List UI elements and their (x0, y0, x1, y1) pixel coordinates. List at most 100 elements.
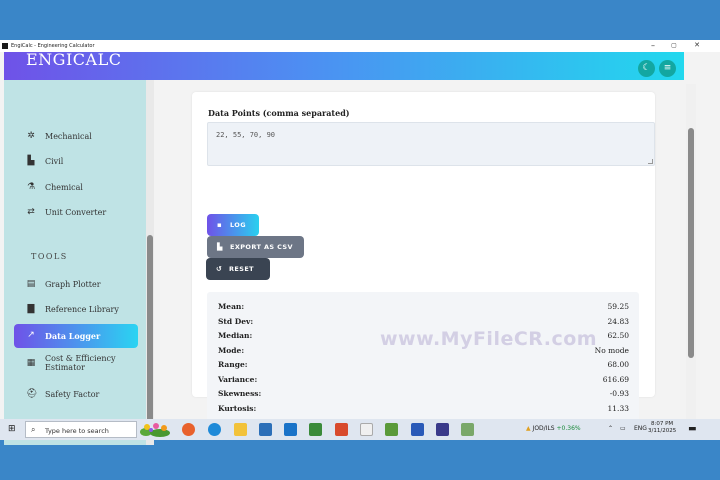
sidebar-item-chemical[interactable]: ⚗ Chemical (14, 176, 138, 200)
undo-icon: ↺ (216, 265, 223, 273)
chart-icon: ▤ (26, 279, 36, 289)
statistics-panel: Mean: 59.25 Std Dev: 24.83 Median: 62.50… (207, 292, 639, 428)
sidebar-item-safety-factor[interactable]: ⛑ Safety Factor (14, 383, 138, 407)
windows-start-icon[interactable]: ⊞ (8, 425, 17, 434)
mail-icon[interactable] (284, 423, 297, 436)
notification-icon[interactable]: ▬ (688, 424, 697, 434)
stock-ticker[interactable]: ▲ JOD/ILS +0.36% (526, 425, 581, 432)
sidebar-item-cost-estimator[interactable]: ▦ Cost & Efficiency Estimator (14, 352, 138, 376)
edge-icon[interactable] (208, 423, 221, 436)
app-header: ENGICALC ☾ ≡ (4, 52, 684, 80)
data-points-value: 22, 55, 70, 90 (216, 131, 276, 139)
window-title: EngiCalc - Engineering Calculator (11, 43, 95, 49)
log-button[interactable]: ▪ LOG (207, 214, 259, 236)
sidebar: ✲ Mechanical ▙ Civil ⚗ Chemical ⇄ Unit C… (4, 80, 154, 445)
sidebar-item-graph-plotter[interactable]: ▤ Graph Plotter (14, 273, 138, 297)
stat-value: 616.69 (602, 375, 629, 384)
watermark: www.MyFileCR.com (380, 328, 598, 350)
store-icon[interactable] (259, 423, 272, 436)
ticker-arrow-icon: ▲ (526, 425, 531, 432)
sidebar-item-civil[interactable]: ▙ Civil (14, 150, 138, 174)
weather-flower-icon[interactable] (138, 421, 174, 438)
sidebar-item-label: Reference Library (45, 305, 119, 314)
book-icon: ▇ (27, 304, 35, 314)
export-csv-label: EXPORT AS CSV (230, 243, 293, 251)
engicalc-taskbar-icon[interactable] (436, 423, 449, 436)
app-icon[interactable] (360, 423, 373, 436)
main-scroll-thumb[interactable] (688, 128, 694, 358)
sidebar-item-data-logger[interactable]: ↗ Data Logger (14, 324, 138, 348)
moon-icon: ☾ (642, 63, 651, 73)
building-icon: ▙ (27, 156, 35, 166)
sidebar-item-label: Cost & Efficiency Estimator (45, 354, 116, 372)
taskbar-search-input[interactable]: ⌕ Type here to search (25, 421, 137, 438)
stat-row-kurtosis: Kurtosis: 11.33 (218, 404, 629, 417)
sidebar-item-unit-converter[interactable]: ⇄ Unit Converter (14, 201, 138, 225)
sidebar-item-mechanical[interactable]: ✲ Mechanical (14, 125, 138, 149)
stat-value: -0.93 (609, 389, 629, 398)
brand-title: ENGICALC (26, 50, 122, 69)
stat-value: 68.00 (607, 360, 629, 369)
sidebar-scroll-thumb[interactable] (147, 235, 153, 435)
close-button[interactable]: ✕ (690, 41, 704, 50)
menu-button[interactable]: ≡ (659, 60, 676, 77)
main-scrollbar[interactable] (686, 84, 696, 440)
data-points-input[interactable]: 22, 55, 70, 90 (207, 122, 655, 166)
maximize-button[interactable]: ▢ (667, 41, 681, 50)
save-icon: ▪ (217, 221, 223, 229)
sidebar-item-label: Unit Converter (45, 208, 107, 217)
line-chart-icon: ↗ (27, 330, 35, 340)
stat-key: Median: (218, 331, 253, 340)
sidebar-item-label: Graph Plotter (45, 280, 101, 289)
log-button-label: LOG (230, 221, 246, 229)
sidebar-item-reference-library[interactable]: ▇ Reference Library (14, 298, 138, 322)
flask-icon: ⚗ (26, 182, 36, 192)
stat-value: No mode (594, 346, 629, 355)
taskbar: ⊞ ⌕ Type here to search ▲ JOD/ILS +0.36%… (0, 419, 720, 440)
network-icon[interactable]: ▭ (620, 425, 626, 432)
chrome-icon[interactable] (182, 423, 195, 436)
menu-icon: ≡ (663, 63, 672, 73)
stat-value: 59.25 (607, 302, 629, 311)
hardhat-icon: ⛑ (26, 389, 38, 399)
stat-value: 11.33 (607, 404, 629, 413)
stat-row-mean: Mean: 59.25 (218, 302, 629, 315)
sidebar-item-label: Civil (45, 157, 64, 166)
stat-row-skewness: Skewness: -0.93 (218, 389, 629, 402)
stat-value: 62.50 (607, 331, 629, 340)
data-logger-card: Data Points (comma separated) 22, 55, 70… (192, 92, 655, 428)
stat-row-range: Range: 68.00 (218, 360, 629, 373)
app-icon[interactable] (335, 423, 348, 436)
app-icon[interactable] (385, 423, 398, 436)
stat-key: Std Dev: (218, 317, 254, 326)
stat-key: Range: (218, 360, 248, 369)
sidebar-scrollbar[interactable] (146, 80, 154, 445)
app-icon[interactable] (309, 423, 322, 436)
sidebar-item-label: Mechanical (45, 132, 92, 141)
minimize-button[interactable]: – (646, 41, 660, 50)
search-icon: ⌕ (31, 425, 36, 434)
file-icon: ▙ (217, 243, 223, 251)
file-explorer-icon[interactable] (234, 423, 247, 436)
stat-key: Variance: (218, 375, 258, 384)
tray-chevron-icon[interactable]: ⌃ (608, 425, 613, 432)
reset-button[interactable]: ↺ RESET (206, 258, 270, 280)
stat-row-variance: Variance: 616.69 (218, 375, 629, 388)
stat-key: Mean: (218, 302, 245, 311)
clock-date: 3/11/2025 (648, 428, 677, 434)
resize-grip-icon[interactable] (648, 159, 653, 164)
sidebar-item-label: Safety Factor (45, 390, 100, 399)
data-points-label: Data Points (comma separated) (208, 108, 350, 118)
app-icon[interactable] (411, 423, 424, 436)
app-icon[interactable] (461, 423, 474, 436)
calculator-icon: ▦ (26, 358, 36, 368)
clock-time: 8:07 PM (651, 421, 674, 427)
stat-key: Kurtosis: (218, 404, 257, 413)
search-placeholder: Type here to search (45, 427, 109, 435)
export-csv-button[interactable]: ▙ EXPORT AS CSV (207, 236, 304, 258)
sidebar-item-label: Chemical (45, 183, 83, 192)
language-indicator[interactable]: ENG (634, 425, 647, 432)
clock[interactable]: 8:07 PM 3/11/2025 (648, 421, 676, 435)
ticker-symbol: JOD/ILS (532, 425, 555, 432)
theme-toggle-button[interactable]: ☾ (638, 60, 655, 77)
